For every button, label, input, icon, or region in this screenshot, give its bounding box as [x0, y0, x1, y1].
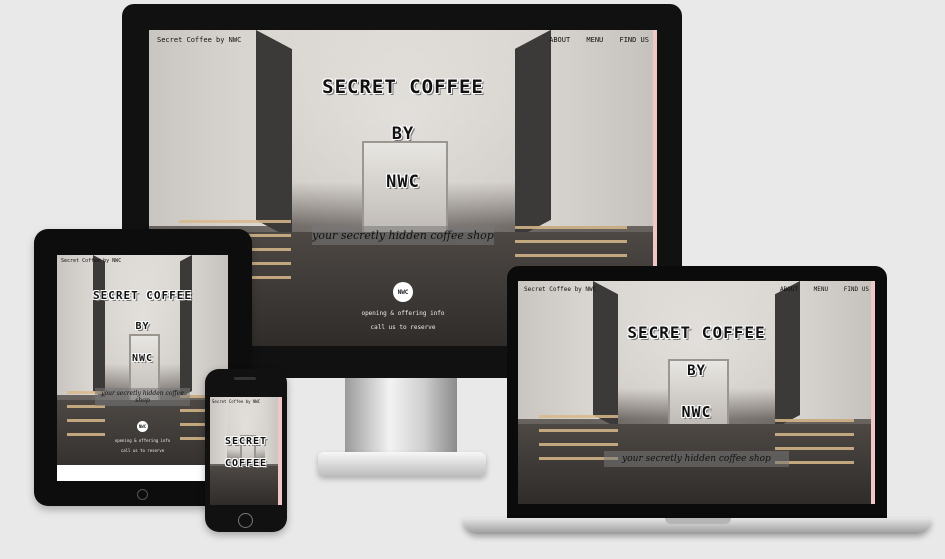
- nav-link-about[interactable]: ABOUT: [780, 286, 798, 293]
- hero-title-line-3: NWC: [681, 403, 712, 421]
- hero-title-line-1: SECRET COFFEE: [322, 76, 484, 98]
- hero-title-line-1: SECRET COFFEE: [92, 289, 193, 302]
- nav-link-menu[interactable]: MENU: [586, 36, 603, 44]
- hero-title-line-2: BY: [135, 321, 150, 332]
- site-brand[interactable]: Secret Coffee by NWC: [212, 399, 280, 404]
- nav-link-find-us[interactable]: FIND US: [844, 286, 869, 293]
- info-line-1: opening & offering info: [114, 438, 171, 443]
- hero-tagline: your secretly hidden coffee shop: [94, 388, 191, 406]
- site-brand[interactable]: Secret Coffee by NWC: [61, 258, 224, 264]
- hero-tagline: your secretly hidden coffee shop: [311, 226, 495, 245]
- hero-title-line-1: SECRET COFFEE: [627, 323, 766, 342]
- hero-title-line-3: NWC: [131, 353, 154, 364]
- laptop-notch: [665, 518, 731, 524]
- phone-speaker: [234, 377, 256, 380]
- nav-link-find-us[interactable]: FIND US: [619, 36, 649, 44]
- hero-tagline: your secretly hidden coffee shop: [603, 451, 790, 467]
- nwc-logo-icon: NWC: [393, 282, 413, 302]
- site-navbar: Secret Coffee by NWC ABOUT MENU FIND US: [518, 281, 875, 297]
- tablet-home-button[interactable]: [137, 489, 148, 500]
- site-brand[interactable]: Secret Coffee by NWC: [524, 286, 768, 293]
- hero-title-line-1: SECRET COFFEE: [224, 436, 268, 469]
- phone-screen: Secret Coffee by NWC SECRET COFFEE: [210, 397, 282, 505]
- page-footer-strip: [57, 465, 228, 481]
- hero-title-line-2: BY: [687, 363, 706, 379]
- tablet-screen: Secret Coffee by NWC SECRET COFFEE BY NW…: [57, 255, 228, 481]
- info-line-2: call us to reserve: [120, 448, 165, 453]
- scrollbar[interactable]: [871, 281, 875, 504]
- nav-link-menu[interactable]: MENU: [814, 286, 828, 293]
- nav-link-about[interactable]: ABOUT: [549, 36, 570, 44]
- site-navbar: Secret Coffee by NWC ABOUT MENU FIND US: [149, 30, 657, 50]
- monitor-stand-base: [318, 452, 486, 476]
- nwc-logo-icon: NWC: [137, 421, 148, 432]
- site-navbar: Secret Coffee by NWC: [210, 397, 282, 406]
- hero-title-line-2: BY: [391, 124, 415, 144]
- site-navbar: Secret Coffee by NWC: [57, 255, 228, 267]
- site-brand[interactable]: Secret Coffee by NWC: [157, 36, 537, 44]
- hero-title-line-3: NWC: [386, 172, 420, 192]
- monitor-stand: [345, 378, 457, 458]
- phone-home-button[interactable]: [238, 513, 253, 528]
- laptop-screen: Secret Coffee by NWC ABOUT MENU FIND US …: [518, 281, 875, 504]
